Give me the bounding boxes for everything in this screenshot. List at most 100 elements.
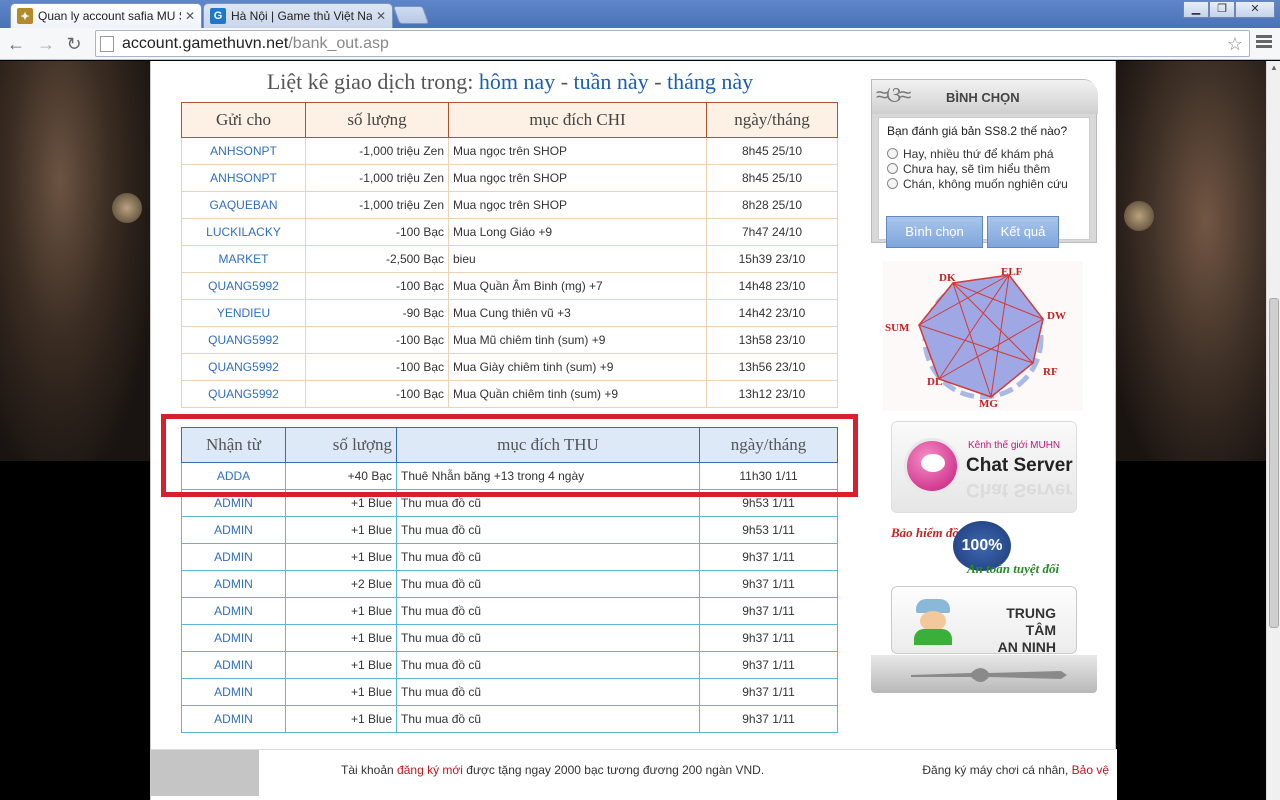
tab-quan-ly-account[interactable]: ✦ Quan ly account safia MU SS ✕ (10, 3, 202, 28)
radio-icon[interactable] (887, 148, 898, 159)
close-tab-icon[interactable]: ✕ (185, 9, 195, 23)
recipient-name-link[interactable]: LUCKILACKY (181, 218, 306, 246)
tab-title: Quan ly account safia MU SS (38, 9, 181, 23)
radio-icon[interactable] (887, 178, 898, 189)
close-tab-icon[interactable]: ✕ (376, 9, 386, 23)
minimize-icon[interactable]: ▁ (1183, 1, 1209, 18)
amount-cell: -2,500 Bạc (305, 245, 449, 273)
date-cell: 11h30 1/11 (699, 462, 838, 490)
poll-option[interactable]: Chán, không muốn nghiên cứu (887, 176, 1081, 191)
separator: - (555, 69, 574, 94)
footer-text: được tặng ngay 2000 bạc tương đương 200 … (462, 763, 765, 777)
recipient-name-link[interactable]: ADMIN (181, 597, 286, 625)
amount-cell: +1 Blue (285, 489, 397, 517)
security-center-banner[interactable]: TRUNG TÂM AN NINH (891, 586, 1077, 655)
recipient-name-link[interactable]: ADMIN (181, 516, 286, 544)
chat-title-reflection: Chat Server (966, 479, 1073, 500)
poll-header: ≈ଓ≈ BÌNH CHỌN (872, 80, 1098, 114)
recipient-name-link[interactable]: ADDA (181, 462, 286, 490)
new-tab-button[interactable] (392, 6, 430, 24)
back-arrow-icon[interactable]: ← (6, 34, 26, 54)
results-button[interactable]: Kết quả (987, 216, 1059, 248)
purpose-cell: Thu mua đồ cũ (396, 543, 700, 571)
forward-arrow-icon[interactable]: → (36, 34, 56, 54)
reload-icon[interactable]: ↻ (64, 34, 84, 54)
recipient-name-link[interactable]: ADMIN (181, 705, 286, 733)
date-cell: 9h37 1/11 (699, 651, 838, 679)
recipient-name-link[interactable]: QUANG5992 (181, 326, 306, 354)
restore-icon[interactable]: ❐ (1209, 1, 1235, 18)
recipient-name-link[interactable]: MARKET (181, 245, 306, 273)
close-window-icon[interactable]: ✕ (1235, 1, 1275, 18)
date-cell: 13h12 23/10 (706, 380, 838, 408)
bookmark-star-icon[interactable]: ☆ (1227, 34, 1243, 55)
amount-cell: +1 Blue (285, 516, 397, 544)
table-row: ADMIN +1 Blue Thu mua đồ cũ 9h37 1/11 (181, 624, 838, 652)
chat-subtitle: Kênh thế giới MUHN (968, 440, 1061, 451)
scrollbar-thumb[interactable] (1269, 298, 1279, 628)
table-row: QUANG5992 -100 Bạc Mua Quần Âm Binh (mg) +… (181, 272, 838, 300)
recipient-name-link[interactable]: ADMIN (181, 651, 286, 679)
page-scrollbar[interactable]: ▲ (1266, 61, 1280, 800)
scroll-up-icon[interactable]: ▲ (1270, 63, 1278, 72)
amount-cell: -1,000 triệu Zen (305, 191, 449, 219)
date-cell: 7h47 24/10 (706, 218, 838, 246)
recipient-name-link[interactable]: GAQUEBAN (181, 191, 306, 219)
radio-icon[interactable] (887, 163, 898, 174)
item-insurance-banner[interactable]: Bảo hiểm đồ 100% An toàn tuyệt đối (891, 519, 1077, 581)
outgoing-transactions-table: Gửi cho số lượng mục đích CHI ngày/tháng… (181, 102, 838, 408)
recipient-name-link[interactable]: ADMIN (181, 624, 286, 652)
date-cell: 13h58 23/10 (706, 326, 838, 354)
link-today[interactable]: hôm nay (479, 69, 555, 94)
date-cell: 9h53 1/11 (699, 489, 838, 517)
purpose-cell: Mua ngọc trên SHOP (448, 191, 707, 219)
purpose-cell: Mua Quần Âm Binh (mg) +7 (448, 272, 707, 300)
table-row: GAQUEBAN -1,000 triệu Zen Mua ngọc trên SH… (181, 191, 838, 219)
purpose-cell: Thu mua đồ cũ (396, 678, 700, 706)
purpose-cell: Mua Giày chiêm tinh (sum) +9 (448, 353, 707, 381)
chat-server-banner[interactable]: Kênh thế giới MUHN Chat Server Chat Serv… (891, 421, 1077, 513)
recipient-name-link[interactable]: QUANG5992 (181, 272, 306, 300)
date-cell: 9h37 1/11 (699, 543, 838, 571)
purpose-cell: Thu mua đồ cũ (396, 651, 700, 679)
date-cell: 9h37 1/11 (699, 678, 838, 706)
amount-cell: +1 Blue (285, 597, 397, 625)
tab-ha-noi-game[interactable]: G Hà Nội | Game thủ Việt Nam ✕ (203, 3, 393, 28)
register-link[interactable]: đăng ký mới (397, 763, 463, 777)
link-this-month[interactable]: tháng này (667, 69, 753, 94)
poll-option-label: Hay, nhiều thứ để khám phá (903, 146, 1054, 161)
recipient-name-link[interactable]: QUANG5992 (181, 353, 306, 381)
amount-cell: -100 Bạc (305, 353, 449, 381)
insurance-title: Bảo hiểm đồ (891, 525, 959, 540)
link-this-week[interactable]: tuần này (574, 69, 649, 94)
recipient-name-link[interactable]: ADMIN (181, 543, 286, 571)
amount-cell: -100 Bạc (305, 380, 449, 408)
right-sidebar: ≈ଓ≈ BÌNH CHỌN Bạn đánh giá bản SS8.2 thế… (871, 61, 1098, 693)
class-relationship-diagram: DK ELF DW RF MG DL SUM (883, 261, 1083, 411)
url-path: /bank_out.asp (288, 34, 389, 52)
table-row: ADDA +40 Bạc Thuê Nhẫn băng +13 trong 4 ng… (181, 462, 838, 490)
purpose-cell: Mua ngọc trên SHOP (448, 164, 707, 192)
column-header-send-to: Gửi cho (181, 102, 306, 138)
tab-title: Hà Nội | Game thủ Việt Nam (231, 9, 372, 23)
browser-menu-icon[interactable] (1256, 35, 1272, 50)
footer-message-right: Đăng ký máy chơi cá nhân, Bảo vệ (922, 763, 1109, 777)
poll-option[interactable]: Chưa hay, sẽ tìm hiểu thêm (887, 161, 1081, 176)
date-cell: 14h42 23/10 (706, 299, 838, 327)
recipient-name-link[interactable]: ADMIN (181, 489, 286, 517)
recipient-name-link[interactable]: YENDIEU (181, 299, 306, 327)
recipient-name-link[interactable]: ANHSONPT (181, 164, 306, 192)
recipient-name-link[interactable]: QUANG5992 (181, 380, 306, 408)
poll-option[interactable]: Hay, nhiều thứ để khám phá (887, 146, 1081, 161)
table-row: ADMIN +2 Blue Thu mua đồ cũ 9h37 1/11 (181, 570, 838, 598)
vote-button[interactable]: Bình chọn (886, 216, 983, 248)
transaction-period-heading: Liệt kê giao dịch trong: hôm nay - tuần … (151, 69, 869, 95)
recipient-name-link[interactable]: ADMIN (181, 570, 286, 598)
purpose-cell: Thuê Nhẫn băng +13 trong 4 ngày (396, 462, 700, 490)
background-art-right (1116, 61, 1266, 461)
background-art-left (0, 61, 150, 461)
protect-link[interactable]: Bảo vệ (1072, 763, 1109, 777)
recipient-name-link[interactable]: ADMIN (181, 678, 286, 706)
recipient-name-link[interactable]: ANHSONPT (181, 137, 306, 165)
address-bar[interactable]: account.gamethuvn.net/bank_out.asp ☆ (95, 30, 1250, 57)
